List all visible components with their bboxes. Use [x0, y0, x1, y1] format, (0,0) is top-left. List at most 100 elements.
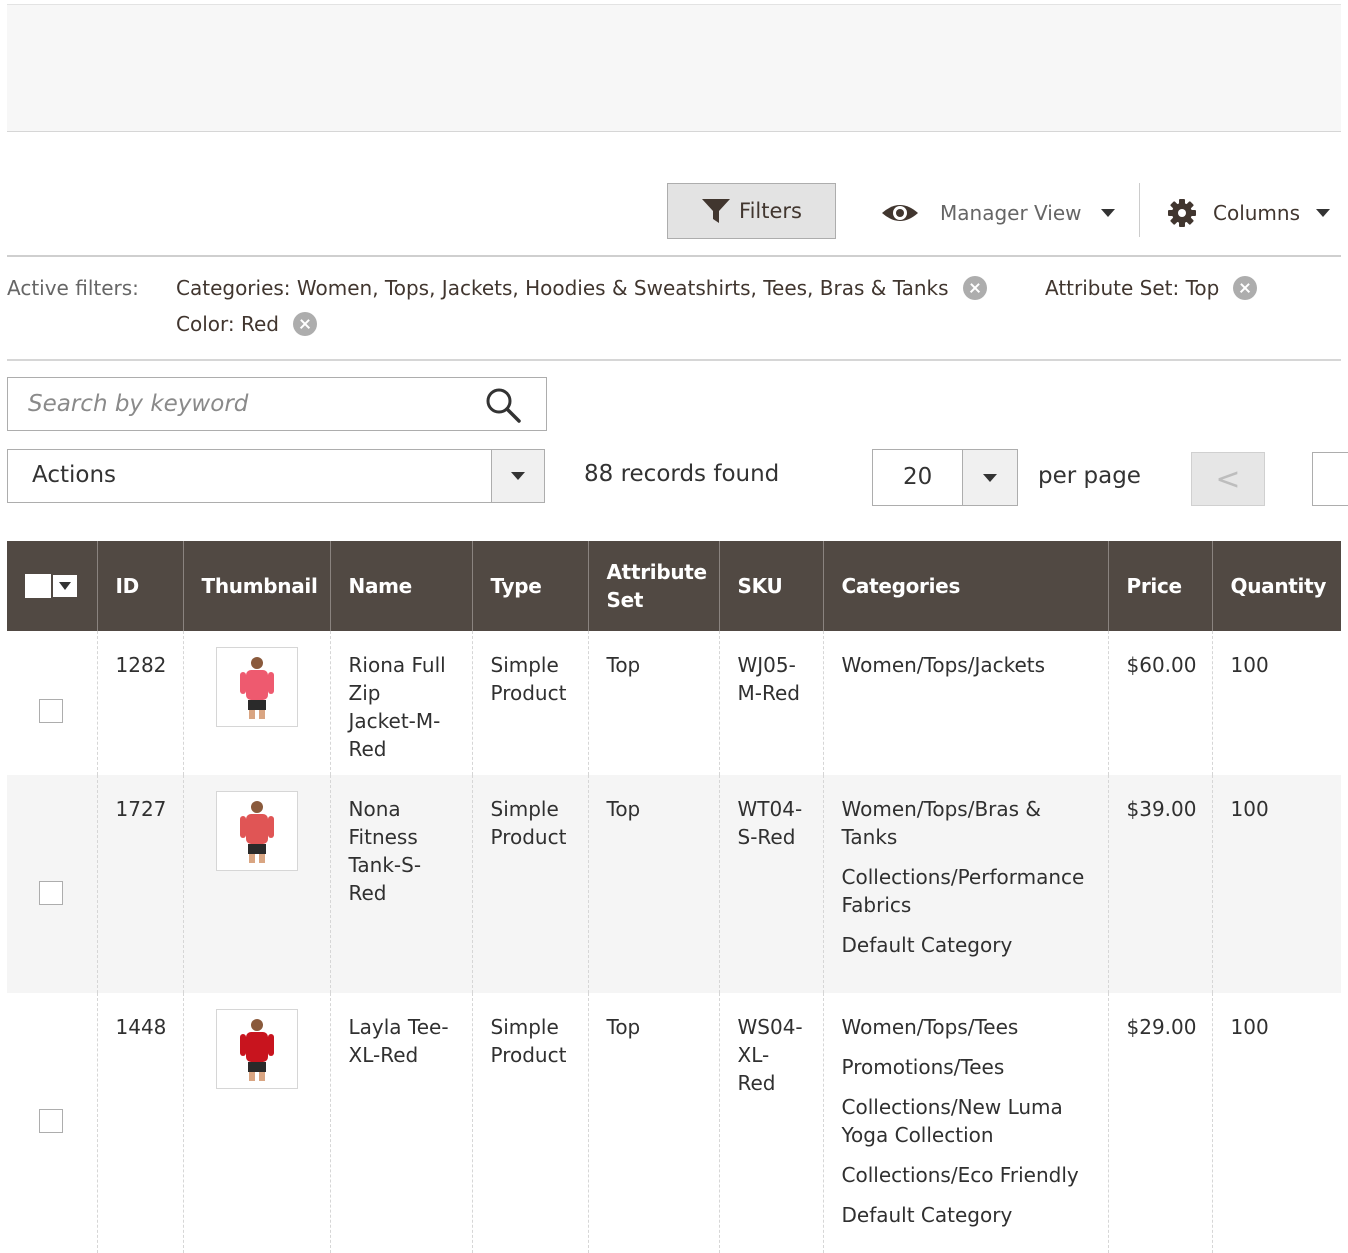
cell-attribute-set: Top [587, 631, 719, 775]
product-thumbnail[interactable] [215, 1009, 298, 1089]
cell-quantity: 100 [1211, 775, 1341, 993]
column-header-quantity[interactable]: Quantity [1211, 541, 1341, 631]
row-select-cell [7, 631, 97, 775]
cell-sku: WS04-XL-Red [718, 993, 823, 1253]
keyword-search [7, 377, 547, 431]
cell-price: $29.00 [1107, 993, 1212, 1253]
remove-filter-icon[interactable] [1233, 276, 1258, 300]
search-input[interactable] [8, 378, 468, 430]
cell-name: Layla Tee-XL-Red [329, 993, 472, 1253]
active-filter-color: Color: Red [176, 312, 317, 336]
chevron-down-icon [1101, 209, 1116, 217]
chevron-down-icon [59, 582, 71, 590]
column-header-type[interactable]: Type [471, 541, 588, 631]
page-actions-area [7, 4, 1341, 132]
filters-button[interactable]: Filters [667, 183, 836, 239]
row-select-cell [7, 775, 97, 993]
column-header-id[interactable]: ID [96, 541, 183, 631]
cell-categories: Women/Tops/Tees Promotions/Tees Collection… [822, 993, 1108, 1253]
eye-icon [882, 205, 918, 221]
mass-select-control[interactable] [25, 574, 79, 598]
column-header-thumbnail: Thumbnail [182, 541, 330, 631]
category-path: Default Category [841, 1203, 1013, 1227]
category-path: Collections/Performance Fabrics [841, 865, 1085, 917]
search-icon[interactable] [484, 386, 522, 424]
product-image [239, 1019, 274, 1081]
view-switcher-label: Manager View [940, 201, 1082, 225]
row-checkbox[interactable] [39, 881, 63, 905]
remove-filter-icon[interactable] [962, 276, 987, 300]
cell-id: 1282 [96, 631, 183, 775]
column-header-price[interactable]: Price [1107, 541, 1212, 631]
category-path: Women/Tops/Tees [841, 1015, 1019, 1039]
cell-thumbnail [182, 993, 330, 1253]
grid-header-row: ID Thumbnail Name Type Attribute Set SKU… [7, 541, 1341, 631]
view-switcher[interactable]: Manager View [880, 196, 1116, 230]
row-checkbox[interactable] [39, 1109, 63, 1133]
actions-dropdown[interactable]: Actions [7, 449, 545, 503]
column-header-name[interactable]: Name [329, 541, 472, 631]
chevron-down-icon [1316, 209, 1331, 217]
cell-attribute-set: Top [587, 775, 719, 993]
cell-sku: WT04-S-Red [718, 775, 823, 993]
remove-filter-icon[interactable] [292, 312, 317, 336]
cell-categories: Women/Tops/Bras & Tanks Collections/Perfo… [822, 775, 1108, 993]
active-filter-label: Attribute Set: Top [1045, 276, 1220, 300]
columns-button[interactable]: Columns [1167, 196, 1331, 230]
product-thumbnail[interactable] [215, 647, 298, 727]
chevron-down-icon [511, 472, 525, 480]
cell-type: Simple Product [471, 775, 588, 993]
cell-quantity: 100 [1211, 993, 1341, 1253]
active-filters: Active filters: Categories: Women, Tops,… [7, 272, 1341, 360]
column-header-categories[interactable]: Categories [822, 541, 1108, 631]
cell-price: $60.00 [1107, 631, 1212, 775]
chevron-down-icon [983, 473, 997, 482]
cell-id: 1448 [96, 993, 183, 1253]
per-page-select[interactable]: 20 [872, 449, 1018, 506]
column-header-sku[interactable]: SKU [718, 541, 823, 631]
category-path: Collections/New Luma Yoga Collection [841, 1095, 1063, 1147]
cell-type: Simple Product [471, 631, 588, 775]
cell-price: $39.00 [1107, 775, 1212, 993]
product-image [239, 801, 274, 863]
product-grid: ID Thumbnail Name Type Attribute Set SKU… [7, 541, 1341, 1253]
table-row[interactable]: 1727 Nona Fitness Tank-S-Red Simple Produc… [7, 775, 1341, 993]
active-filter-label: Categories: Women, Tops, Jackets, Hoodie… [176, 276, 949, 300]
filters-divider-line [7, 359, 1341, 361]
cell-categories: Women/Tops/Jackets [822, 631, 1108, 775]
active-filters-title: Active filters: [7, 276, 139, 300]
per-page-value: 20 [903, 464, 933, 490]
row-checkbox[interactable] [39, 699, 63, 723]
per-page-toggle[interactable] [962, 450, 1017, 505]
previous-page-button[interactable]: < [1191, 452, 1265, 506]
records-found: 88 records found [584, 461, 780, 487]
category-path: Women/Tops/Bras & Tanks [841, 797, 1042, 849]
per-page-label: per page [1038, 463, 1141, 489]
toolbar-divider [1139, 183, 1140, 237]
gear-icon [1168, 199, 1196, 227]
category-path: Women/Tops/Jackets [841, 653, 1046, 677]
columns-button-label: Columns [1213, 201, 1301, 225]
cell-quantity: 100 [1211, 631, 1341, 775]
product-thumbnail[interactable] [215, 791, 298, 871]
table-row[interactable]: 1448 Layla Tee-XL-Red Simple Product Top WS0… [7, 993, 1341, 1253]
cell-name: Riona Full Zip Jacket-M-Red [329, 631, 472, 775]
table-row[interactable]: 1282 Riona Full Zip Jacket-M-Red Simple Pr… [7, 631, 1341, 775]
filter-icon [702, 199, 731, 223]
cell-sku: WJ05-M-Red [718, 631, 823, 775]
mass-select-header [7, 541, 97, 631]
column-header-attribute-set[interactable]: Attribute Set [587, 541, 719, 631]
cell-thumbnail [182, 775, 330, 993]
category-path: Default Category [841, 933, 1013, 957]
row-select-cell [7, 993, 97, 1253]
toolbar-divider-line [7, 255, 1341, 257]
actions-dropdown-toggle[interactable] [491, 450, 544, 502]
category-path: Collections/Eco Friendly [841, 1163, 1079, 1187]
category-path: Promotions/Tees [841, 1055, 1005, 1079]
select-all-checkbox[interactable] [25, 574, 51, 598]
active-filter-attribute-set: Attribute Set: Top [1045, 276, 1258, 300]
mass-select-dropdown[interactable] [53, 575, 77, 597]
cell-name: Nona Fitness Tank-S-Red [329, 775, 472, 993]
actions-dropdown-label: Actions [32, 462, 117, 488]
page-number-input[interactable] [1312, 452, 1348, 506]
